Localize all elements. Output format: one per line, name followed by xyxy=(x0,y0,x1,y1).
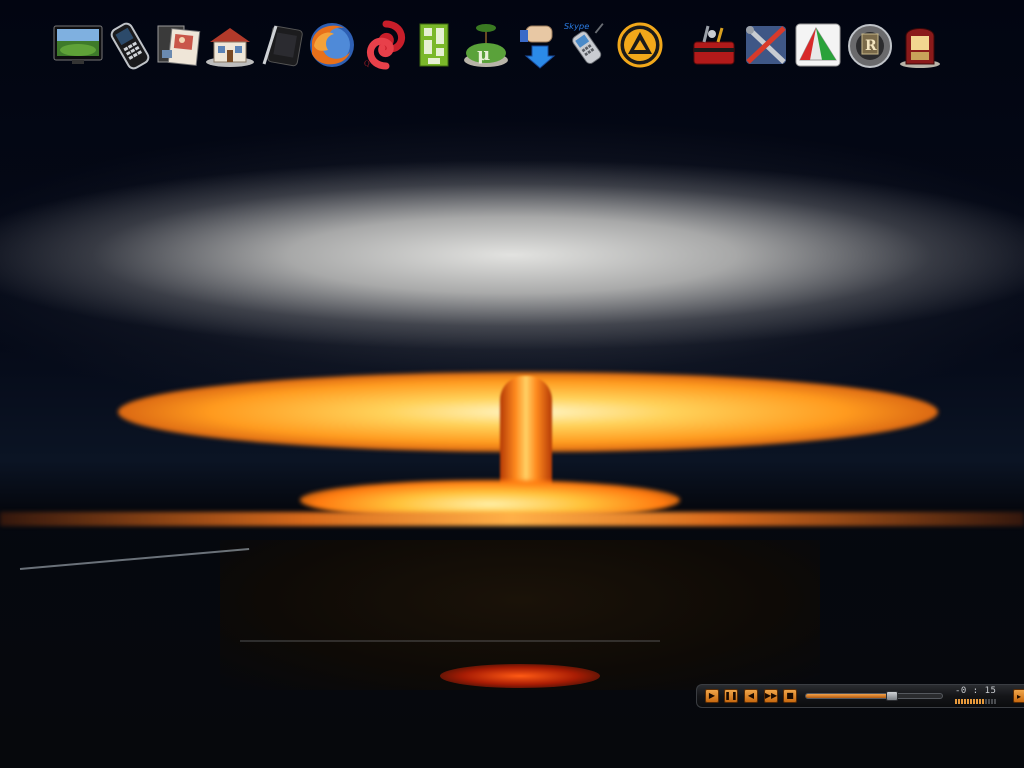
volume-bar-segment xyxy=(973,699,975,704)
volume-bar-segment xyxy=(988,699,990,704)
qip-messenger-icon[interactable] xyxy=(408,18,460,72)
svg-text:R: R xyxy=(865,38,877,54)
desktop-icon-dock: Q μ Skype R xyxy=(0,18,1024,76)
stop-button[interactable] xyxy=(783,689,797,703)
previous-button[interactable] xyxy=(744,689,758,703)
seek-progress xyxy=(806,694,892,698)
volume-bar-segment xyxy=(976,699,978,704)
desktop-wallpaper xyxy=(0,0,1024,768)
wallpaper-shore-line xyxy=(240,640,660,642)
photo-album-icon[interactable] xyxy=(154,18,206,72)
toolbox-icon[interactable] xyxy=(688,18,740,72)
volume-bar-segment xyxy=(982,699,984,704)
volume-bar-segment xyxy=(979,699,981,704)
mobile-phone-icon[interactable] xyxy=(104,18,156,72)
volume-bar-segment xyxy=(991,699,993,704)
seek-handle[interactable] xyxy=(886,691,898,701)
volume-bar-segment xyxy=(964,699,966,704)
expand-player-button[interactable]: ▸ xyxy=(1013,689,1024,703)
pause-button[interactable] xyxy=(724,689,738,703)
media-wheel-icon[interactable]: R xyxy=(844,18,896,72)
opera-qip-swirl-icon[interactable]: Q xyxy=(360,18,412,72)
wallpaper-mushroom-stem xyxy=(500,376,552,494)
volume-bar-segment xyxy=(961,699,963,704)
volume-bar-segment xyxy=(970,699,972,704)
skype-label: Skype xyxy=(564,21,590,31)
next-button[interactable] xyxy=(764,689,778,703)
volume-bar-segment xyxy=(994,699,996,704)
svg-text:Q: Q xyxy=(364,60,370,68)
seek-bar[interactable] xyxy=(805,691,943,701)
wallpaper-shore-line xyxy=(19,547,250,570)
play-button[interactable] xyxy=(705,689,719,703)
wallpaper-horizon xyxy=(0,512,1024,526)
volume-bar-segment xyxy=(958,699,960,704)
skype-phone-icon[interactable]: Skype xyxy=(562,18,614,72)
aimp-player-icon[interactable] xyxy=(614,18,666,72)
home-house-icon[interactable] xyxy=(204,18,256,72)
drawing-tablet-icon[interactable] xyxy=(256,18,308,72)
volume-bar-segment xyxy=(985,699,987,704)
repair-tools-icon[interactable] xyxy=(740,18,792,72)
time-display: -0 : 15 xyxy=(955,686,997,696)
download-hand-icon[interactable] xyxy=(514,18,566,72)
firefox-icon[interactable] xyxy=(306,18,358,72)
tv-monitor-icon[interactable] xyxy=(52,18,104,72)
volume-bar-segment xyxy=(955,699,957,704)
wallpaper-lava-glow xyxy=(440,664,600,688)
paint-palette-icon[interactable] xyxy=(792,18,844,72)
svg-text:μ: μ xyxy=(477,44,490,65)
utorrent-island-icon[interactable]: μ xyxy=(460,18,512,72)
volume-bar-segment xyxy=(967,699,969,704)
mini-media-player: -0 : 15 ▸ xyxy=(696,684,1024,708)
volume-level[interactable] xyxy=(955,699,996,705)
jukebox-icon[interactable] xyxy=(894,18,946,72)
